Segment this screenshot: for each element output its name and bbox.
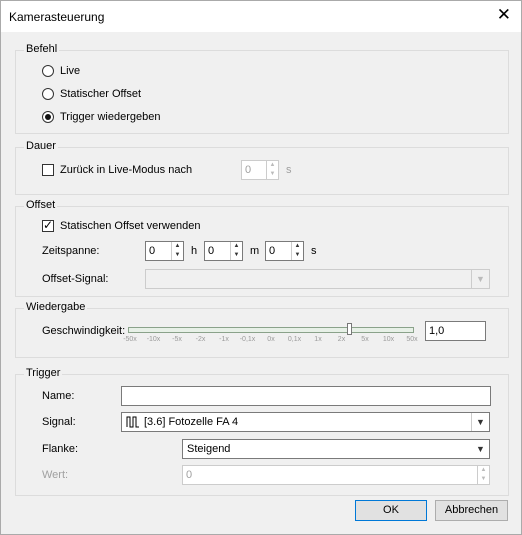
dauer-seconds-value: 0: [245, 164, 252, 176]
offset-signal-chevron-down-icon[interactable]: ▼: [471, 270, 489, 288]
ok-button[interactable]: OK: [355, 500, 427, 521]
speed-tick-label: 50x: [406, 336, 418, 343]
offset-signal-label: Offset-Signal:: [42, 273, 109, 285]
seconds-down-icon[interactable]: ▼: [292, 251, 303, 260]
hours-down-icon[interactable]: ▼: [172, 251, 183, 260]
flanke-label: Flanke:: [42, 443, 79, 455]
radio-live-button[interactable]: [42, 65, 54, 77]
offset-checkbox-row[interactable]: Statischen Offset verwenden: [42, 218, 201, 232]
seconds-value: 0: [269, 245, 276, 257]
wert-stepper[interactable]: 0 ▲ ▼: [182, 465, 490, 485]
offset-signal-select[interactable]: ▼: [145, 269, 490, 289]
radio-statischer-offset-button[interactable]: [42, 88, 54, 100]
trigger-name-input[interactable]: [121, 386, 491, 406]
trigger-signal-value: [3.6] Fotozelle FA 4: [144, 416, 239, 428]
seconds-stepper-buttons: ▲ ▼: [291, 242, 303, 260]
flanke-select[interactable]: Steigend ▼: [182, 439, 490, 459]
radio-statischer-offset-label: Statischer Offset: [60, 88, 142, 100]
dauer-checkbox-label: Zurück in Live-Modus nach: [60, 164, 193, 176]
trigger-signal-select[interactable]: [3.6] Fotozelle FA 4 ▼: [121, 412, 490, 432]
minutes-up-icon[interactable]: ▲: [231, 242, 242, 251]
group-befehl-legend: Befehl: [24, 43, 60, 55]
radio-trigger-wiedergeben-button[interactable]: [42, 111, 54, 123]
speed-slider-thumb[interactable]: [346, 323, 352, 335]
dauer-seconds-stepper[interactable]: 0 ▲ ▼: [241, 160, 279, 180]
hours-unit: h: [191, 245, 198, 257]
radio-statischer-offset[interactable]: Statischer Offset: [42, 88, 141, 100]
dauer-stepper-up-icon[interactable]: ▲: [267, 161, 278, 170]
speed-label: Geschwindigkeit:: [42, 325, 126, 337]
minutes-down-icon[interactable]: ▼: [231, 251, 242, 260]
group-dauer-legend: Dauer: [24, 140, 58, 152]
speed-input[interactable]: 1,0: [425, 321, 486, 341]
wert-value: 0: [186, 469, 193, 481]
hours-stepper[interactable]: 0 ▲ ▼: [145, 241, 184, 261]
title-bar: Kamerasteuerung ✕: [1, 1, 521, 32]
hours-up-icon[interactable]: ▲: [172, 242, 183, 251]
radio-trigger-wiedergeben[interactable]: Trigger wiedergeben: [42, 111, 160, 123]
dauer-unit: s: [286, 164, 292, 176]
cancel-button[interactable]: Abbrechen: [435, 500, 508, 521]
radio-live-label: Live: [60, 65, 81, 77]
wert-up-icon[interactable]: ▲: [478, 466, 489, 475]
seconds-up-icon[interactable]: ▲: [292, 242, 303, 251]
zeitspanne-label: Zeitspanne:: [42, 245, 100, 257]
group-offset-legend: Offset: [24, 199, 58, 211]
dauer-stepper-buttons: ▲ ▼: [266, 161, 278, 179]
wert-label: Wert:: [42, 469, 69, 481]
wert-down-icon[interactable]: ▼: [478, 475, 489, 484]
seconds-unit: s: [311, 245, 317, 257]
hours-value: 0: [149, 245, 156, 257]
minutes-value: 0: [208, 245, 215, 257]
trigger-signal-chevron-down-icon[interactable]: ▼: [471, 413, 489, 431]
minutes-unit: m: [250, 245, 260, 257]
digital-signal-icon: [126, 416, 140, 431]
hours-stepper-buttons: ▲ ▼: [171, 242, 183, 260]
flanke-chevron-down-icon[interactable]: ▼: [472, 440, 489, 458]
radio-trigger-wiedergeben-label: Trigger wiedergeben: [60, 111, 161, 123]
dialog-window: Kamerasteuerung ✕ Befehl Live Statischer…: [0, 0, 522, 535]
speed-value: 1,0: [429, 325, 445, 337]
speed-slider-track[interactable]: [128, 327, 414, 333]
window-title: Kamerasteuerung: [9, 10, 105, 24]
radio-live[interactable]: Live: [42, 65, 80, 77]
seconds-stepper[interactable]: 0 ▲ ▼: [265, 241, 304, 261]
wert-stepper-buttons: ▲ ▼: [477, 466, 489, 484]
offset-checkbox-label: Statischen Offset verwenden: [60, 220, 201, 232]
trigger-signal-label: Signal:: [42, 416, 76, 428]
dauer-checkbox[interactable]: [42, 164, 54, 176]
dauer-checkbox-row[interactable]: Zurück in Live-Modus nach: [42, 164, 192, 176]
close-icon[interactable]: ✕: [497, 6, 511, 23]
group-wiedergabe-legend: Wiedergabe: [24, 301, 88, 313]
offset-checkbox[interactable]: [42, 218, 54, 232]
flanke-value: Steigend: [187, 443, 231, 455]
minutes-stepper[interactable]: 0 ▲ ▼: [204, 241, 243, 261]
minutes-stepper-buttons: ▲ ▼: [230, 242, 242, 260]
trigger-name-label: Name:: [42, 390, 75, 402]
dauer-stepper-down-icon[interactable]: ▼: [267, 170, 278, 179]
group-trigger-legend: Trigger: [24, 367, 63, 379]
